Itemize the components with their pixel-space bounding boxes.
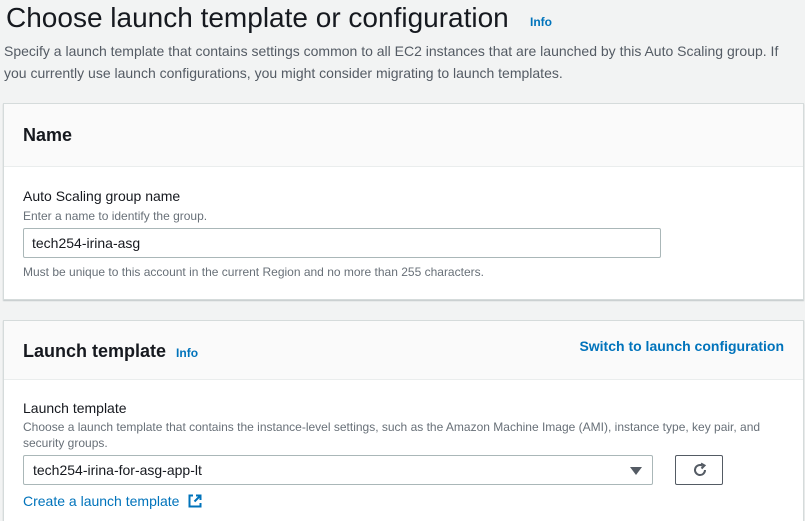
launch-template-description: Choose a launch template that contains t… [23,420,761,450]
launch-template-panel-title: Launch template Info [23,341,198,362]
launch-template-panel-header: Launch template Info Switch to launch co… [4,321,803,380]
switch-to-launch-configuration-link[interactable]: Switch to launch configuration [579,338,784,354]
create-launch-template-link[interactable]: Create a launch template [23,493,179,509]
launch-template-select[interactable]: tech254-irina-for-asg-app-lt [23,455,653,485]
page-title: Choose launch template or configuration [6,2,509,33]
create-launch-template-row: Create a launch template [23,493,202,511]
title-info-link[interactable]: Info [530,15,552,29]
name-panel: Name Auto Scaling group name Enter a nam… [3,103,804,300]
asg-name-description: Enter a name to identify the group. [23,209,208,223]
asg-name-constraint: Must be unique to this account in the cu… [23,265,484,279]
launch-template-title-text: Launch template [23,341,167,361]
name-panel-header: Name [4,104,803,167]
refresh-icon [694,462,707,476]
external-link-icon[interactable] [188,494,202,508]
asg-name-input[interactable] [23,228,661,258]
name-panel-title: Name [23,125,73,145]
page: Choose launch template or configuration … [0,0,805,521]
launch-template-label: Launch template [23,400,127,416]
asg-name-label: Auto Scaling group name [23,188,181,204]
page-description: Specify a launch template that contains … [4,43,779,81]
launch-template-selected-value: tech254-irina-for-asg-app-lt [33,462,202,478]
launch-template-panel: Launch template Info Switch to launch co… [3,320,804,521]
caret-down-icon [630,467,642,475]
launch-template-info-link[interactable]: Info [176,346,198,360]
refresh-templates-button[interactable] [675,455,723,485]
